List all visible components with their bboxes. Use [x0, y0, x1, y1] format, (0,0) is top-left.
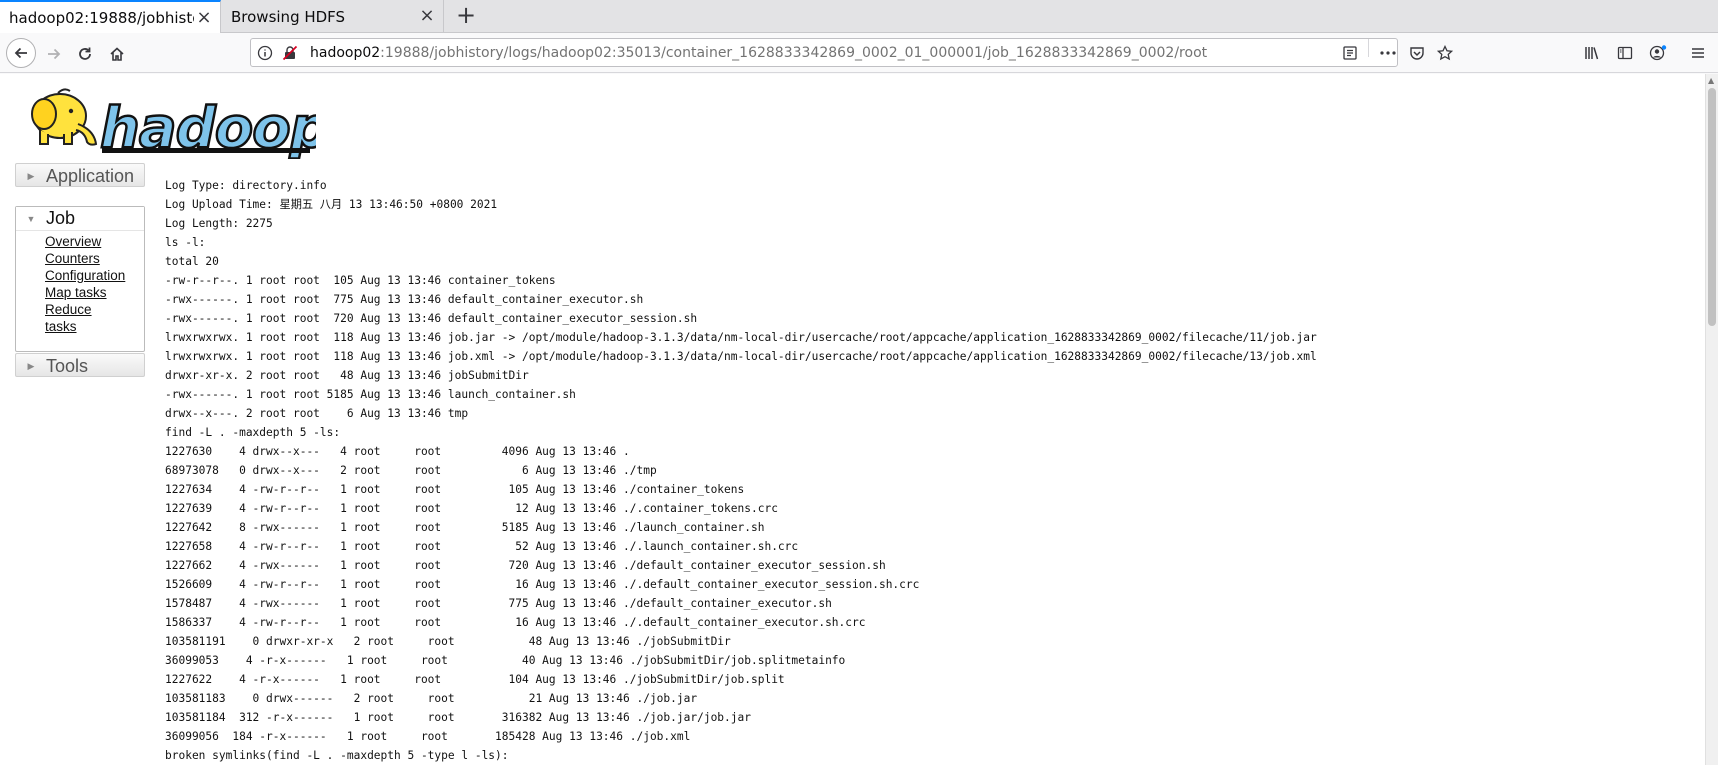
sidebar-job: ▼ Job Overview Counters Configuration Ma…	[15, 206, 145, 352]
page-content: hadoop ▶ Application ▼ Job Overview Coun…	[0, 74, 1705, 765]
log-output: Log Type: directory.info Log Upload Time:…	[165, 176, 1685, 765]
log-line: lrwxrwxrwx. 1 root root 118 Aug 13 13:46…	[165, 350, 1317, 363]
insecure-lock-icon[interactable]	[282, 45, 298, 61]
tab-jobhistory[interactable]: hadoop02:19888/jobhistory/logs/ ×	[0, 0, 221, 33]
url-text[interactable]: hadoop02:19888/jobhistory/logs/hadoop02:…	[310, 45, 1207, 61]
chevron-right-icon: ▶	[27, 360, 35, 371]
tab-title: Browsing HDFS	[231, 7, 346, 26]
log-line: 68973078 0 drwx--x--- 2 root root 6 Aug …	[165, 464, 657, 477]
pocket-icon[interactable]	[1409, 45, 1427, 61]
new-tab-icon[interactable]: +	[455, 3, 477, 27]
sidebar-icon[interactable]	[1617, 45, 1635, 61]
link-overview[interactable]: Overview	[45, 233, 144, 250]
link-configuration[interactable]: Configuration	[45, 267, 144, 284]
log-line: lrwxrwxrwx. 1 root root 118 Aug 13 13:46…	[165, 331, 1317, 344]
link-map-tasks[interactable]: Map tasks	[45, 284, 144, 301]
log-line: ls -l:	[165, 236, 206, 249]
log-line: 103581184 312 -r-x------ 1 root root 316…	[165, 711, 751, 724]
hadoop-logo: hadoop	[16, 84, 331, 162]
log-line: 1227630 4 drwx--x--- 4 root root 4096 Au…	[165, 445, 630, 458]
log-line: -rwx------. 1 root root 5185 Aug 13 13:4…	[165, 388, 576, 401]
close-tab-icon[interactable]: ×	[419, 7, 435, 25]
url-host: hadoop02	[310, 45, 381, 61]
menu-icon[interactable]	[1690, 45, 1708, 61]
library-icon[interactable]	[1584, 45, 1602, 61]
job-links: Overview Counters Configuration Map task…	[16, 231, 144, 335]
sidebar-label: Tools	[46, 355, 89, 376]
log-line: -rw-r--r--. 1 root root 105 Aug 13 13:46…	[165, 274, 556, 287]
home-icon[interactable]	[105, 42, 129, 66]
info-icon[interactable]	[257, 45, 273, 61]
tab-strip: hadoop02:19888/jobhistory/logs/ × Browsi…	[0, 0, 1718, 33]
log-line: 1227642 8 -rwx------ 1 root root 5185 Au…	[165, 521, 765, 534]
log-line: 1227662 4 -rwx------ 1 root root 720 Aug…	[165, 559, 886, 572]
log-line: find -L . -maxdepth 5 -ls:	[165, 426, 341, 439]
log-line: 1227639 4 -rw-r--r-- 1 root root 12 Aug …	[165, 502, 778, 515]
more-icon[interactable]	[1379, 45, 1397, 61]
link-reduce-tasks[interactable]: Reduce tasks	[45, 301, 105, 335]
log-line: 36099056 184 -r-x------ 1 root root 1854…	[165, 730, 691, 743]
navigation-toolbar: hadoop02:19888/jobhistory/logs/hadoop02:…	[0, 33, 1718, 73]
log-line: 1586337 4 -rw-r--r-- 1 root root 16 Aug …	[165, 616, 866, 629]
close-tab-icon[interactable]: ×	[196, 9, 212, 27]
log-line: Log Length: 2275	[165, 217, 273, 230]
chevron-right-icon: ▶	[27, 170, 35, 181]
sidebar-header-application[interactable]: ▶ Application	[16, 164, 144, 188]
log-line: Log Type: directory.info	[165, 179, 327, 192]
toolbar-separator	[1368, 39, 1369, 57]
log-line: 103581183 0 drwx------ 2 root root 21 Au…	[165, 692, 698, 705]
account-icon[interactable]	[1649, 45, 1667, 61]
sidebar-header-tools[interactable]: ▶ Tools	[16, 354, 144, 378]
elephant-icon	[31, 88, 98, 146]
log-line: 1526609 4 -rw-r--r-- 1 root root 16 Aug …	[165, 578, 920, 591]
log-line: 1227634 4 -rw-r--r-- 1 root root 105 Aug…	[165, 483, 745, 496]
log-line: 36099053 4 -r-x------ 1 root root 40 Aug…	[165, 654, 846, 667]
log-line: 1227622 4 -r-x------ 1 root root 104 Aug…	[165, 673, 785, 686]
log-line: -rwx------. 1 root root 775 Aug 13 13:46…	[165, 293, 644, 306]
sidebar-header-job[interactable]: ▼ Job	[16, 207, 144, 231]
log-line: 1227658 4 -rw-r--r-- 1 root root 52 Aug …	[165, 540, 799, 553]
chevron-down-icon: ▼	[26, 213, 36, 224]
log-line: total 20	[165, 255, 219, 268]
log-line: drwxr-xr-x. 2 root root 48 Aug 13 13:46 …	[165, 369, 529, 382]
log-line: 103581191 0 drwxr-xr-x 2 root root 48 Au…	[165, 635, 731, 648]
url-path: :19888/jobhistory/logs/hadoop02:35013/co…	[380, 45, 1208, 61]
log-line: Log Upload Time: 星期五 八月 13 13:46:50 +080…	[165, 198, 498, 211]
vertical-scrollbar[interactable]: ▲	[1705, 74, 1718, 765]
log-line: 1578487 4 -rwx------ 1 root root 775 Aug…	[165, 597, 832, 610]
sidebar-label: Application	[46, 165, 135, 186]
reload-icon[interactable]	[73, 42, 97, 66]
reader-view-icon[interactable]	[1342, 45, 1360, 61]
forward-icon[interactable]	[42, 42, 66, 66]
url-bar[interactable]: hadoop02:19888/jobhistory/logs/hadoop02:…	[250, 38, 1398, 67]
tab-browsing-hdfs[interactable]: Browsing HDFS ×	[222, 0, 444, 33]
sidebar-application[interactable]: ▶ Application	[15, 163, 145, 187]
bookmark-star-icon[interactable]	[1436, 44, 1455, 61]
scroll-up-icon[interactable]: ▲	[1708, 76, 1714, 85]
log-line: -rwx------. 1 root root 720 Aug 13 13:46…	[165, 312, 698, 325]
sidebar-tools[interactable]: ▶ Tools	[15, 353, 145, 377]
link-counters[interactable]: Counters	[45, 250, 144, 267]
tab-title: hadoop02:19888/jobhistory/logs/	[9, 8, 194, 27]
back-icon[interactable]	[6, 38, 36, 68]
log-line: broken symlinks(find -L . -maxdepth 5 -t…	[165, 749, 509, 762]
log-line: drwx--x---. 2 root root 6 Aug 13 13:46 t…	[165, 407, 469, 420]
scroll-thumb[interactable]	[1708, 88, 1716, 326]
sidebar-label: Job	[46, 208, 76, 228]
